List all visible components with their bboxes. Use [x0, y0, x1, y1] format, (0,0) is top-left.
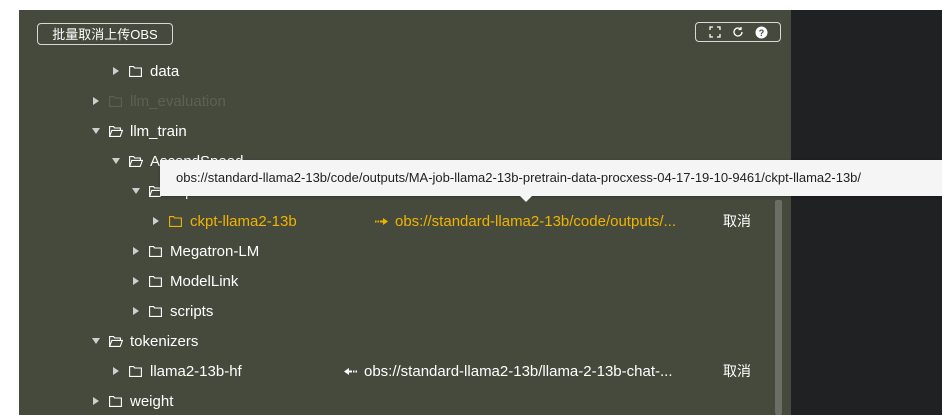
tree-item-label: Megatron-LM — [170, 242, 260, 260]
obs-sync-path: obs://standard-llama2-13b/llama-2-13b-ch… — [344, 356, 672, 386]
tree-item-llm-evaluation[interactable]: llm_evaluation — [91, 86, 226, 116]
file-tree-panel: 批量取消上传OBS ? data llm_evaluation llm_trai… — [19, 10, 791, 415]
caret-right-icon[interactable] — [131, 306, 141, 316]
tree-item-label: weight — [130, 392, 174, 410]
obs-sync-path-text: obs://standard-llama2-13b/code/outputs/.… — [395, 212, 677, 230]
tree-item-label: tokenizers — [130, 332, 199, 350]
tree-item-weight[interactable]: weight — [91, 386, 173, 415]
tree-item-megatron-lm[interactable]: Megatron-LM — [131, 236, 259, 266]
refresh-icon[interactable] — [731, 25, 745, 39]
caret-right-icon[interactable] — [91, 396, 101, 406]
cancel-sync-button[interactable]: 取消 — [723, 356, 751, 386]
folder-open-icon — [129, 155, 143, 167]
folder-icon — [169, 215, 183, 227]
folder-icon — [149, 275, 163, 287]
help-icon[interactable]: ? — [754, 25, 768, 39]
tree-item-modellink[interactable]: ModelLink — [131, 266, 238, 296]
tree-item-tokenizers[interactable]: tokenizers — [91, 326, 198, 356]
tree-item-label: scripts — [170, 302, 214, 320]
caret-down-icon[interactable] — [111, 156, 121, 166]
obs-sync-path: obs://standard-llama2-13b/code/outputs/.… — [375, 206, 676, 236]
tooltip-arrow — [520, 196, 532, 202]
right-side-panel — [791, 10, 942, 415]
tree-item-ckpt-llama2-13b[interactable]: ckpt-llama2-13b — [151, 206, 297, 236]
folder-open-icon — [109, 125, 123, 137]
caret-right-icon[interactable] — [131, 246, 141, 256]
tree-item-label: llm_train — [130, 122, 187, 140]
caret-right-icon[interactable] — [151, 216, 161, 226]
fullscreen-icon[interactable] — [708, 25, 722, 39]
tree-item-label: ModelLink — [170, 272, 239, 290]
folder-icon — [149, 305, 163, 317]
caret-right-icon[interactable] — [111, 366, 121, 376]
folder-icon — [129, 365, 143, 377]
caret-right-icon[interactable] — [91, 96, 101, 106]
caret-right-icon[interactable] — [131, 276, 141, 286]
folder-icon — [149, 245, 163, 257]
caret-down-icon[interactable] — [131, 186, 141, 196]
folder-open-icon — [109, 335, 123, 347]
download-arrow-icon — [344, 366, 358, 376]
folder-icon — [109, 95, 123, 107]
tree-item-scripts[interactable]: scripts — [131, 296, 213, 326]
panel-toolbar: ? — [695, 22, 781, 42]
folder-icon — [129, 65, 143, 77]
tree-item-llama2-13b-hf[interactable]: llama2-13b-hf — [111, 356, 242, 386]
tree-item-label: llama2-13b-hf — [150, 362, 242, 380]
caret-down-icon[interactable] — [91, 336, 101, 346]
tree-item-label: llm_evaluation — [130, 92, 226, 110]
tree-item-data[interactable]: data — [111, 56, 179, 86]
folder-icon — [109, 395, 123, 407]
svg-text:?: ? — [758, 28, 764, 38]
cancel-sync-button[interactable]: 取消 — [723, 206, 751, 236]
obs-sync-path-text: obs://standard-llama2-13b/llama-2-13b-ch… — [364, 362, 673, 380]
vertical-scrollbar[interactable] — [775, 200, 782, 415]
path-tooltip: obs://standard-llama2-13b/code/outputs/M… — [160, 160, 942, 196]
caret-right-icon[interactable] — [111, 66, 121, 76]
tree-item-label: ckpt-llama2-13b — [190, 212, 297, 230]
batch-cancel-upload-button[interactable]: 批量取消上传OBS — [37, 23, 173, 45]
tree-item-label: data — [150, 62, 180, 80]
tree-item-llm-train[interactable]: llm_train — [91, 116, 187, 146]
caret-down-icon[interactable] — [91, 126, 101, 136]
upload-arrow-icon — [375, 216, 389, 226]
